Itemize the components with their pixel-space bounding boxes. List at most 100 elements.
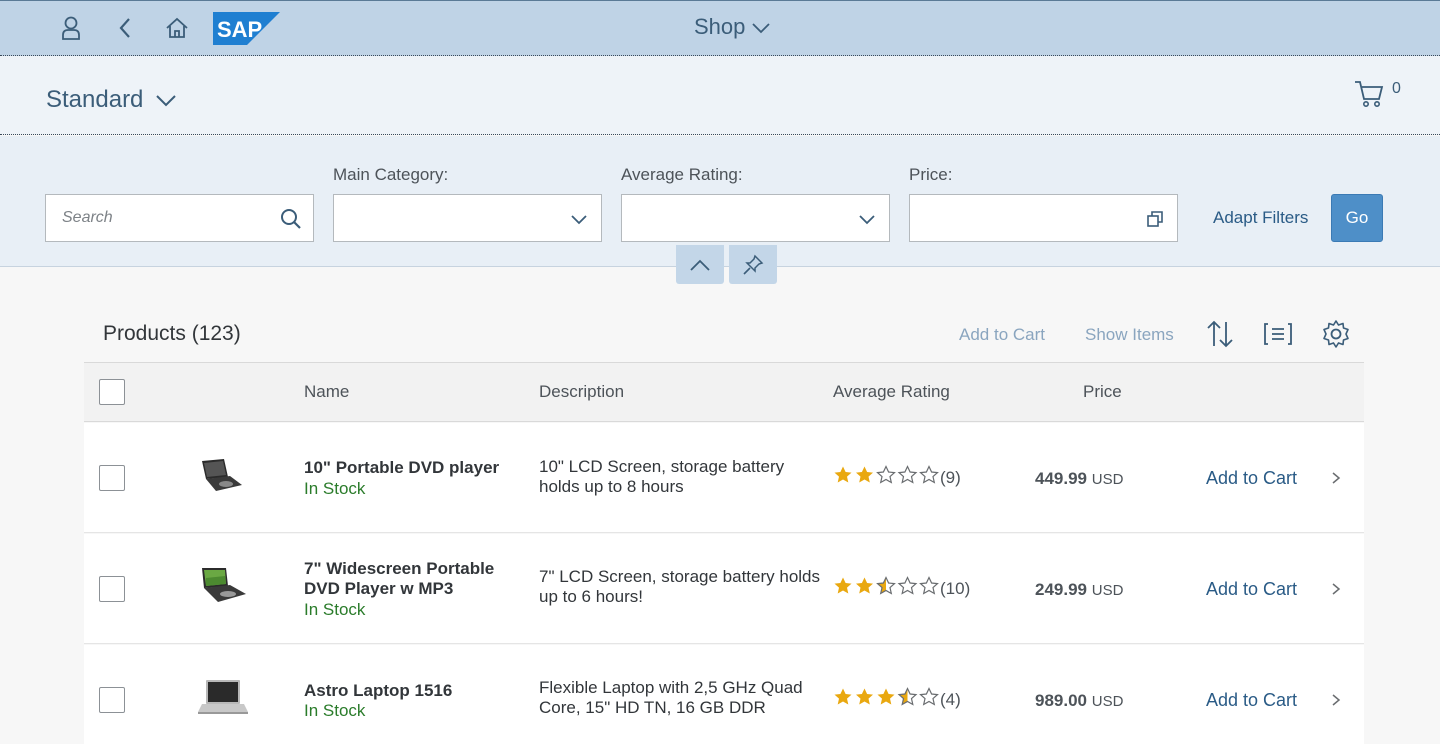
shell-bar: SAP Shop [0, 0, 1440, 56]
average-rating-select[interactable] [621, 194, 890, 242]
variant-name: Standard [46, 86, 144, 113]
chevron-right-icon[interactable] [1328, 692, 1344, 708]
star-icon [919, 687, 939, 706]
rating-indicator: (10) [833, 576, 970, 601]
select-all-checkbox[interactable] [99, 379, 125, 405]
back-icon[interactable] [108, 11, 142, 45]
add-to-cart-button[interactable]: Add to Cart [1206, 579, 1297, 600]
stock-status: In Stock [304, 600, 366, 619]
chevron-down-icon [156, 95, 177, 107]
column-header-description[interactable]: Description [539, 382, 624, 402]
table-title: Products (123) [103, 322, 241, 345]
star-icon [919, 465, 939, 484]
chevron-right-icon[interactable] [1328, 581, 1344, 597]
page-header: Standard 0 [0, 56, 1440, 135]
chevron-right-icon[interactable] [1328, 470, 1344, 486]
stock-status: In Stock [304, 701, 366, 720]
rating-indicator: (4) [833, 687, 961, 712]
pin-header-button[interactable] [729, 245, 777, 284]
price-value: 989.00 [1035, 691, 1087, 710]
group-icon[interactable] [1262, 318, 1294, 350]
rating-stars-svg [834, 687, 939, 706]
product-image [198, 680, 248, 714]
star-icon [897, 687, 918, 706]
app-title-menu[interactable]: Shop [694, 14, 771, 40]
price-value: 449.99 [1035, 469, 1087, 488]
star-icon [834, 466, 852, 483]
star-icon [856, 577, 873, 594]
column-header-name[interactable]: Name [304, 382, 349, 402]
product-image [202, 568, 246, 602]
average-rating-label: Average Rating: [621, 165, 743, 184]
chevron-up-icon [690, 259, 710, 271]
variant-selector[interactable]: Standard [46, 86, 177, 114]
column-header-price[interactable]: Price [1083, 382, 1122, 402]
product-description: Flexible Laptop with 2,5 GHz Quad Core, … [539, 678, 803, 717]
star-icon [834, 577, 852, 594]
go-button[interactable]: Go [1331, 194, 1383, 242]
user-icon[interactable] [54, 11, 88, 45]
price-label: Price: [909, 165, 953, 184]
chevron-down-icon[interactable] [567, 207, 591, 231]
star-icon [856, 688, 873, 705]
collapse-header-button[interactable] [676, 245, 724, 284]
home-icon[interactable] [160, 11, 194, 45]
rating-count: (10) [940, 578, 971, 598]
adapt-filters-button[interactable]: Adapt Filters [1213, 208, 1308, 228]
search-icon[interactable] [279, 207, 303, 231]
rating-stars-svg [834, 576, 939, 595]
star-icon [856, 466, 873, 483]
add-to-cart-button[interactable]: Add to Cart [1206, 690, 1297, 711]
pin-icon [743, 254, 764, 275]
show-items-button[interactable]: Show Items [1085, 325, 1174, 345]
row-checkbox[interactable] [99, 465, 125, 491]
star-icon [877, 688, 895, 705]
product-name: 7" Widescreen Portable DVD Player w MP3 [304, 559, 495, 598]
product-image [202, 459, 242, 491]
price-value: 249.99 [1035, 580, 1087, 599]
price-currency: USD [1091, 582, 1124, 599]
cart-icon [1355, 81, 1384, 107]
product-description: 7" LCD Screen, storage battery holds up … [539, 567, 821, 606]
table-row[interactable]: 10" Portable DVD player In Stock 10" LCD… [84, 423, 1364, 533]
product-description: 10" LCD Screen, storage battery holds up… [539, 457, 785, 496]
rating-stars [833, 687, 940, 712]
rating-stars [833, 465, 940, 490]
row-checkbox[interactable] [99, 687, 125, 713]
price-currency: USD [1091, 471, 1124, 488]
table-row[interactable]: Astro Laptop 1516 In Stock Flexible Lapt… [84, 645, 1364, 744]
product-name: Astro Laptop 1516 [304, 681, 453, 700]
row-checkbox[interactable] [99, 576, 125, 602]
stock-status: In Stock [304, 479, 366, 498]
rating-count: (4) [940, 689, 961, 709]
settings-icon[interactable] [1320, 318, 1352, 350]
chevron-down-icon [752, 23, 771, 34]
app-title: Shop [694, 14, 746, 39]
star-icon [876, 576, 896, 595]
table-toolbar: Products (123) Add to Cart Show Items [84, 300, 1364, 363]
search-input[interactable]: Search [45, 194, 314, 242]
star-icon [897, 576, 918, 595]
price-input[interactable] [909, 194, 1178, 242]
column-header-rating[interactable]: Average Rating [833, 382, 950, 402]
search-placeholder: Search [62, 209, 113, 226]
sap-logo[interactable]: SAP [213, 12, 280, 45]
add-to-cart-button[interactable]: Add to Cart [1206, 468, 1297, 489]
value-help-icon[interactable] [1143, 207, 1167, 231]
table-row[interactable]: 7" Widescreen Portable DVD Player w MP3 … [84, 534, 1364, 644]
product-name: 10" Portable DVD player [304, 458, 500, 477]
main-category-label: Main Category: [333, 165, 449, 184]
price: 989.00 USD [1035, 691, 1123, 711]
toolbar-add-to-cart-button[interactable]: Add to Cart [959, 325, 1045, 345]
cart-button[interactable]: 0 [1354, 80, 1401, 108]
table-header: Name Description Average Rating Price [84, 363, 1364, 422]
star-icon [897, 465, 918, 484]
main-category-select[interactable] [333, 194, 602, 242]
chevron-down-icon[interactable] [855, 207, 879, 231]
star-icon [919, 576, 939, 595]
sort-icon[interactable] [1204, 318, 1236, 350]
rating-stars [833, 576, 940, 601]
rating-indicator: (9) [833, 465, 961, 490]
star-icon [876, 465, 896, 484]
price-currency: USD [1091, 693, 1124, 710]
